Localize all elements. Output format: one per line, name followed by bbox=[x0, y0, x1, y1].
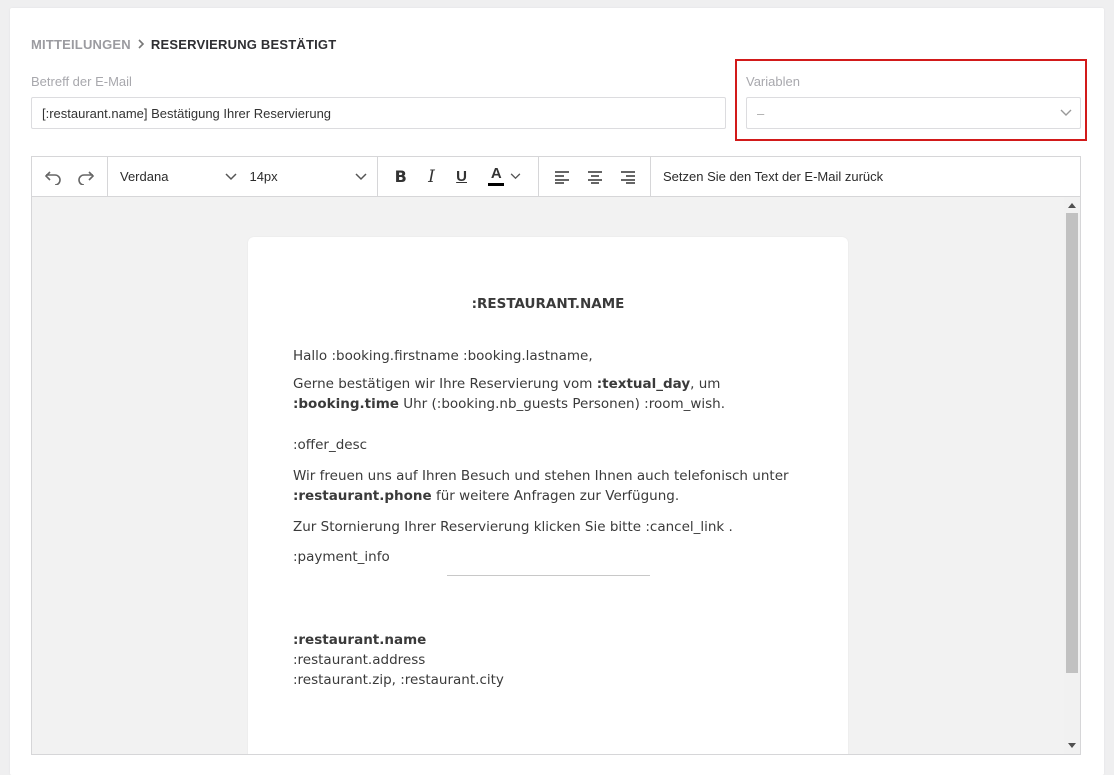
mail-visit: Wir freuen uns auf Ihren Besuch und steh… bbox=[293, 466, 793, 506]
breadcrumb-current: RESERVIERUNG BESTÄTIGT bbox=[150, 36, 337, 52]
align-left-icon[interactable] bbox=[554, 170, 570, 184]
font-size-select[interactable]: 14px bbox=[249, 169, 367, 184]
variables-select[interactable]: – bbox=[746, 97, 1081, 129]
breadcrumb-parent[interactable]: MITTEILUNGEN bbox=[31, 37, 131, 52]
mail-footer: :restaurant.name :restaurant.address :rest… bbox=[293, 630, 793, 690]
mail-visit-text: für weitere Anfragen zur Verfügung. bbox=[431, 488, 680, 504]
align-center-icon[interactable] bbox=[587, 170, 603, 184]
mail-footer-name: :restaurant.name bbox=[293, 632, 427, 648]
scroll-down-icon[interactable] bbox=[1068, 743, 1076, 748]
mail-payment: :payment_info bbox=[293, 549, 390, 565]
chevron-down-icon bbox=[510, 173, 521, 180]
variables-selected-value: – bbox=[757, 105, 765, 121]
bold-icon[interactable]: B bbox=[395, 167, 407, 186]
mail-confirm-text: Uhr (:booking.nb_guests Personen) :room_… bbox=[398, 396, 726, 412]
scroll-up-icon[interactable] bbox=[1068, 203, 1076, 208]
mail-confirm-text: Gerne bestätigen wir Ihre Reservierung v… bbox=[293, 376, 597, 392]
chevron-down-icon bbox=[225, 172, 237, 180]
redo-icon[interactable] bbox=[77, 169, 95, 185]
underline-icon[interactable]: U bbox=[456, 168, 467, 185]
mail-title: :RESTAURANT.NAME bbox=[471, 296, 625, 312]
mail-confirmation: Gerne bestätigen wir Ihre Reservierung v… bbox=[293, 374, 793, 414]
editor-scrollbar[interactable] bbox=[1064, 197, 1080, 754]
history-group bbox=[32, 157, 108, 196]
email-template-card: MITTEILUNGEN RESERVIERUNG BESTÄTIGT Betr… bbox=[10, 8, 1104, 775]
mail-visit-phone: :restaurant.phone bbox=[293, 488, 432, 504]
chevron-down-icon bbox=[355, 172, 367, 180]
subject-label: Betreff der E-Mail bbox=[31, 74, 132, 89]
editor-toolbar: Verdana 14px B I U A Setzen Sie den Text… bbox=[32, 157, 1080, 197]
align-group bbox=[539, 157, 651, 196]
italic-icon[interactable]: I bbox=[428, 167, 435, 187]
mail-offer: :offer_desc bbox=[293, 437, 368, 453]
font-family-select[interactable]: Verdana bbox=[120, 169, 249, 184]
variables-label: Variablen bbox=[746, 74, 800, 89]
mail-greeting: Hallo :booking.firstname :booking.lastna… bbox=[293, 348, 593, 364]
mail-footer-city: :restaurant.zip, :restaurant.city bbox=[293, 672, 504, 688]
mail-confirm-day: :textual_day bbox=[596, 376, 691, 392]
mail-cancel: Zur Stornierung Ihrer Reservierung klick… bbox=[293, 519, 733, 535]
mail-footer-address: :restaurant.address bbox=[293, 652, 426, 668]
mail-divider bbox=[447, 575, 650, 576]
font-group: Verdana 14px bbox=[108, 157, 378, 196]
text-color-icon: A bbox=[488, 166, 505, 186]
chevron-down-icon bbox=[1060, 106, 1072, 118]
reset-email-text-button[interactable]: Setzen Sie den Text der E-Mail zurück bbox=[651, 157, 883, 196]
editor-content-area[interactable]: :RESTAURANT.NAME Hallo :booking.firstnam… bbox=[32, 197, 1080, 754]
mail-confirm-time: :booking.time bbox=[293, 396, 399, 412]
font-size-value: 14px bbox=[249, 169, 278, 184]
scroll-thumb[interactable] bbox=[1066, 213, 1078, 673]
email-editor: Verdana 14px B I U A Setzen Sie den Text… bbox=[31, 156, 1081, 755]
undo-icon[interactable] bbox=[44, 169, 62, 185]
email-preview: :RESTAURANT.NAME Hallo :booking.firstnam… bbox=[248, 237, 848, 754]
chevron-right-icon bbox=[137, 37, 145, 52]
subject-input[interactable]: [:restaurant.name] Bestätigung Ihrer Res… bbox=[31, 97, 726, 129]
breadcrumb: MITTEILUNGEN RESERVIERUNG BESTÄTIGT bbox=[31, 36, 336, 52]
text-color-button[interactable]: A bbox=[488, 166, 521, 186]
mail-visit-text: Wir freuen uns auf Ihren Besuch und steh… bbox=[293, 468, 789, 484]
align-right-icon[interactable] bbox=[620, 170, 636, 184]
mail-confirm-text: , um bbox=[690, 376, 721, 392]
font-family-value: Verdana bbox=[120, 169, 169, 184]
format-group: B I U A bbox=[378, 157, 539, 196]
text-color-swatch bbox=[488, 183, 505, 186]
